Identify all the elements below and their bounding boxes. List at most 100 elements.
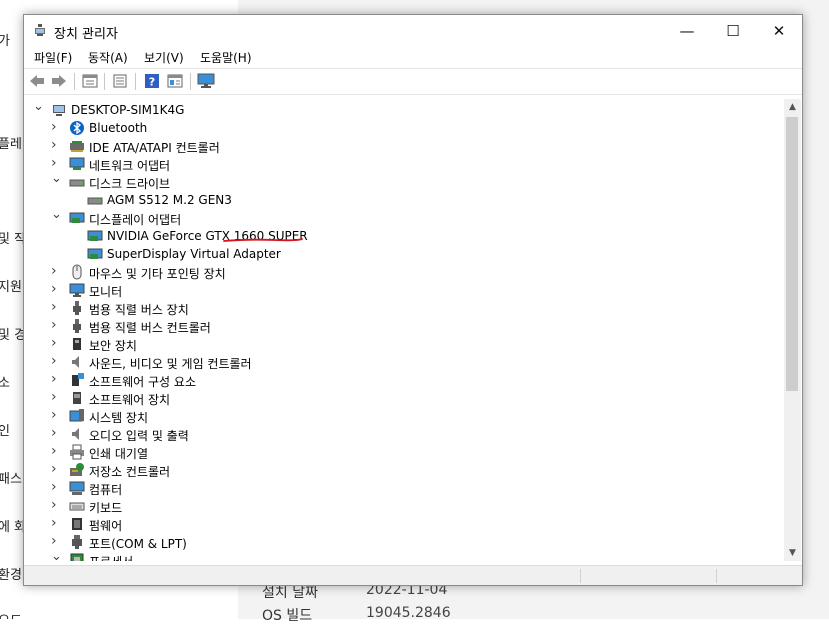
computer-root-icon (51, 102, 67, 118)
tree-item-label: 저장소 컨트롤러 (89, 465, 171, 479)
display-adapter-icon (87, 246, 103, 262)
tree-item-label: 네트워크 어댑터 (89, 159, 171, 173)
chevron-right-icon[interactable]: › (51, 371, 61, 387)
usb-icon (69, 300, 85, 316)
menu-view[interactable]: 보기(V) (144, 49, 184, 66)
close-button[interactable]: ✕ (756, 15, 802, 47)
background-window-left: 가플레이및 작지원및 경소인패스에 화환경오드 (0, 0, 24, 619)
menu-bar: 파일(F) 동작(A) 보기(V) 도움말(H) (24, 47, 802, 67)
monitor-icon[interactable] (197, 73, 215, 89)
tree-item-label: 디스크 드라이브 (89, 177, 171, 191)
background-text-fragment: 소 (0, 376, 10, 391)
background-text-fragment: 플레이 (0, 137, 24, 152)
status-bar (24, 565, 802, 585)
chevron-right-icon[interactable]: › (51, 425, 61, 441)
tree-item-label: SuperDisplay Virtual Adapter (107, 247, 281, 261)
back-icon[interactable] (28, 73, 46, 89)
background-text-fragment: 가 (0, 34, 10, 49)
title-bar[interactable]: 장치 관리자 — ☐ ✕ (24, 15, 802, 47)
background-text-fragment: 지원 (0, 280, 22, 295)
software-component-icon (69, 372, 85, 388)
device-manager-app-icon (35, 24, 45, 36)
chevron-right-icon[interactable]: › (51, 263, 61, 279)
tree-item-label: 범용 직렬 버스 컨트롤러 (89, 321, 211, 335)
background-text-fragment: 에 화 (0, 520, 24, 535)
tree-item-label: 포트(COM & LPT) (89, 537, 187, 551)
chevron-right-icon[interactable]: › (51, 533, 61, 549)
toolbar-separator (190, 73, 191, 90)
window-title: 장치 관리자 (54, 27, 118, 42)
chevron-right-icon[interactable]: › (51, 299, 61, 315)
os-build-label: OS 빌드 (262, 608, 313, 624)
tree-item-label: 마우스 및 기타 포인팅 장치 (89, 267, 226, 281)
software-device-icon (69, 390, 85, 406)
security-device-icon (69, 336, 85, 352)
chevron-right-icon[interactable]: › (51, 281, 61, 297)
toolbar: ? (24, 68, 802, 95)
maximize-button[interactable]: ☐ (710, 15, 756, 47)
chevron-right-icon[interactable]: › (51, 317, 61, 333)
tree-item-label: 보안 장치 (89, 339, 137, 353)
status-segment (716, 569, 717, 583)
scrollbar-thumb[interactable] (786, 117, 798, 391)
chevron-right-icon[interactable]: › (51, 335, 61, 351)
port-icon (69, 534, 85, 550)
background-text-fragment: 환경 (0, 568, 22, 583)
chevron-right-icon[interactable]: › (51, 407, 61, 423)
tree-item-label: 사운드, 비디오 및 게임 컨트롤러 (89, 357, 252, 371)
display-adapter-icon (69, 210, 85, 226)
chevron-down-icon[interactable]: ⌄ (51, 171, 62, 186)
chevron-right-icon[interactable]: › (51, 443, 61, 459)
chevron-right-icon[interactable]: › (51, 137, 61, 153)
scroll-up-arrow-icon[interactable]: ▲ (784, 99, 801, 115)
device-manager-window: 장치 관리자 — ☐ ✕ 파일(F) 동작(A) 보기(V) 도움말(H) ? (23, 14, 803, 586)
vertical-scrollbar[interactable]: ▲ ▼ (784, 99, 801, 561)
minimize-button[interactable]: — (664, 15, 710, 47)
view-icon[interactable] (166, 73, 184, 89)
chevron-down-icon[interactable]: ⌄ (51, 549, 62, 561)
properties-icon[interactable] (81, 73, 99, 89)
scroll-down-arrow-icon[interactable]: ▼ (784, 545, 801, 561)
tree-item-label: IDE ATA/ATAPI 컨트롤러 (89, 141, 220, 155)
firmware-icon (69, 516, 85, 532)
tree-item-label: 모니터 (89, 285, 123, 299)
menu-action[interactable]: 동작(A) (88, 49, 128, 66)
chevron-right-icon[interactable]: › (51, 497, 61, 513)
tree-item-label: 소프트웨어 장치 (89, 393, 171, 407)
tree-item-label: AGM S512 M.2 GEN3 (107, 193, 232, 207)
mouse-icon (69, 264, 85, 280)
help-icon[interactable]: ? (143, 73, 161, 89)
device-tree[interactable]: ⌄ DESKTOP-SIM1K4G › Bluetooth › IDE ATA/ATAPI… (24, 99, 784, 561)
chevron-right-icon[interactable]: › (51, 353, 61, 369)
update-icon[interactable] (111, 73, 129, 89)
tree-item-label: 범용 직렬 버스 장치 (89, 303, 189, 317)
tree-item-label: 키보드 (89, 501, 123, 515)
chevron-right-icon[interactable]: › (51, 515, 61, 531)
tree-item-label: 펌웨어 (89, 519, 123, 533)
network-adapter-icon (69, 156, 85, 172)
tree-item-label: 인쇄 대기열 (89, 447, 149, 461)
chevron-right-icon[interactable]: › (51, 389, 61, 405)
keyboard-icon (69, 498, 85, 514)
background-text-fragment: 및 경 (0, 328, 24, 343)
chevron-right-icon[interactable]: › (51, 479, 61, 495)
display-adapter-icon (87, 228, 103, 244)
tree-item-label: 오디오 입력 및 출력 (89, 429, 189, 443)
chevron-down-icon[interactable]: ⌄ (33, 99, 44, 114)
chevron-right-icon[interactable]: › (51, 461, 61, 477)
chevron-down-icon[interactable]: ⌄ (51, 207, 62, 222)
background-text-fragment: 패스 (0, 472, 22, 487)
speaker-icon (69, 354, 85, 370)
chevron-right-icon[interactable]: › (51, 155, 61, 171)
tree-item-label: Bluetooth (89, 121, 148, 135)
chevron-right-icon[interactable]: › (51, 119, 61, 135)
disk-drive-icon (87, 192, 103, 208)
computer-icon (69, 480, 85, 496)
menu-file[interactable]: 파일(F) (34, 49, 72, 66)
tree-item-label: 소프트웨어 구성 요소 (89, 375, 196, 389)
storage-controller-icon (69, 462, 85, 478)
forward-icon[interactable] (50, 73, 68, 89)
status-segment (580, 569, 581, 583)
tree-item-label: 프로세서 (89, 553, 133, 561)
menu-help[interactable]: 도움말(H) (200, 49, 252, 66)
